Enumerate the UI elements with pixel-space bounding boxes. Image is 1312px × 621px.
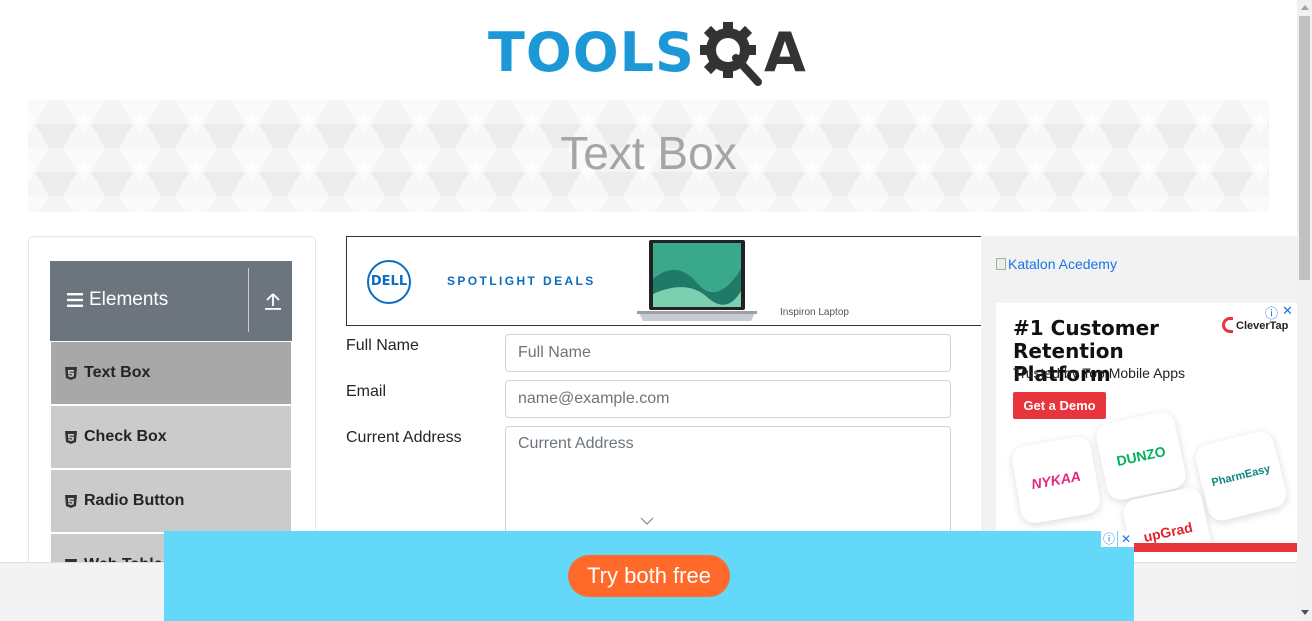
logo-text: TOOLS [488,21,695,84]
pharmeasy-tile: PharmEasy [1192,428,1290,524]
current-address-label: Current Address [346,429,462,446]
scrollbar-thumb[interactable] [1299,16,1310,280]
header-divider [248,268,249,332]
page-banner: Text Box [28,100,1269,212]
katalon-broken-image[interactable]: Katalon Acedemy [996,256,1117,272]
html5-icon [65,367,77,380]
page-title: Text Box [560,127,737,179]
email-input[interactable] [505,380,951,418]
html5-icon [65,431,77,444]
ad-caption: Inspiron Laptop [780,307,849,318]
try-both-free-button[interactable]: Try both free [568,555,730,597]
current-address-textarea[interactable] [505,426,951,536]
scroll-up-arrow-icon[interactable] [1301,5,1309,10]
html5-icon [65,495,77,508]
sidebar-group-elements[interactable]: Elements [50,261,292,341]
bottom-banner-ad[interactable]: Try both free ⓘ ✕ [164,531,1134,621]
clevertap-logo-icon [1222,317,1233,333]
dell-spotlight-ad[interactable]: DELL SPOTLIGHT DEALS Inspiron Laptop [346,236,986,326]
dell-logo: DELL [367,260,411,304]
nykaa-tile: NYKAA [1009,434,1103,526]
full-name-input[interactable] [505,334,951,372]
toolsqa-logo[interactable]: TOOLS A [488,14,814,92]
laptop-image [637,240,757,321]
collapse-upload-icon[interactable] [264,292,282,310]
sidebar-group-title: Elements [89,289,169,310]
ad-close-icon[interactable]: ✕ [1118,531,1134,547]
sidebar-item-label: Check Box [84,428,167,445]
broken-image-alt: Katalon Acedemy [1008,256,1117,272]
gear-magnifier-icon [700,22,762,86]
right-ad-column: Katalon Acedemy ⓘ ✕ CleverTap #1 Custome… [981,236,1297,552]
logo-suffix: A [764,21,807,84]
chevron-down-icon[interactable] [640,516,654,526]
ad-info-icon[interactable]: ⓘ [1101,531,1117,547]
hamburger-icon [67,293,83,307]
sidebar-item-radio-button[interactable]: Radio Button [51,470,291,532]
dunzo-tile: DUNZO [1093,409,1189,503]
ad-brand: CleverTap [1236,320,1289,332]
sidebar-item-label: Radio Button [84,492,185,509]
get-demo-button[interactable]: Get a Demo [1013,392,1106,419]
full-name-label: Full Name [346,337,419,354]
sidebar-item-check-box[interactable]: Check Box [51,406,291,468]
broken-image-icon [996,258,1006,270]
vertical-scrollbar[interactable] [1297,0,1312,621]
ad-subline: Trusted by Top Mobile Apps [1013,365,1185,381]
email-label: Email [346,383,387,400]
sidebar-item-label: Text Box [84,364,151,381]
scroll-down-arrow-icon[interactable] [1301,610,1309,615]
ad-close-icon[interactable]: ✕ [1282,303,1293,319]
sidebar-item-text-box[interactable]: Text Box [51,342,291,404]
ad-headline: SPOTLIGHT DEALS [447,274,596,288]
clevertap-ad[interactable]: ⓘ ✕ CleverTap #1 Customer Retention Plat… [996,303,1297,552]
